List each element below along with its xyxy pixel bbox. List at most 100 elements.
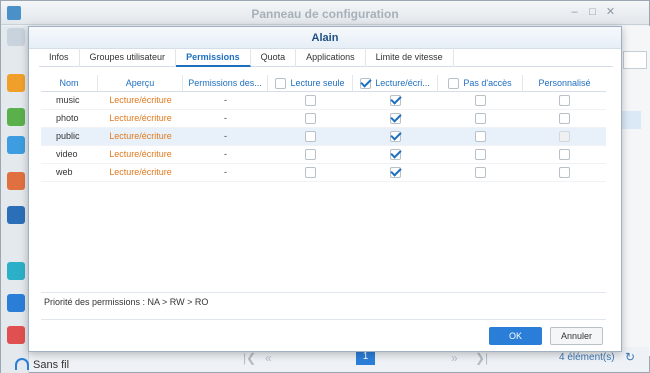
read-only-checkbox[interactable] xyxy=(305,167,316,178)
checkmark-icon xyxy=(390,93,402,105)
column-header-read-write[interactable]: Lecture/écri... xyxy=(353,75,438,91)
read-write-all-checkbox[interactable] xyxy=(360,76,372,89)
column-header-read-only[interactable]: Lecture seule xyxy=(268,75,353,91)
file-services-icon[interactable] xyxy=(7,108,25,126)
user-edit-dialog: Alain Infos Groupes utilisateur Permissi… xyxy=(28,26,622,352)
share-name: photo xyxy=(56,113,79,123)
preview-value: Lecture/écriture xyxy=(109,113,172,123)
share-name: public xyxy=(56,131,80,141)
table-row[interactable]: video Lecture/écriture - xyxy=(41,146,606,164)
table-row[interactable]: public Lecture/écriture - xyxy=(41,128,606,146)
tab-applications[interactable]: Applications xyxy=(296,47,366,67)
tab-quota[interactable]: Quota xyxy=(251,47,297,67)
background-search-input[interactable] xyxy=(623,51,647,69)
tab-speed-limit[interactable]: Limite de vitesse xyxy=(366,47,454,67)
checkmark-icon xyxy=(390,147,402,159)
preview-value: Lecture/écriture xyxy=(109,95,172,105)
preview-value: Lecture/écriture xyxy=(109,131,172,141)
custom-checkbox[interactable] xyxy=(559,95,570,106)
pager-last-icon[interactable]: ❯| xyxy=(475,351,488,365)
tab-permissions[interactable]: Permissions xyxy=(176,47,251,67)
read-only-checkbox[interactable] xyxy=(305,149,316,160)
read-write-checkbox-cell xyxy=(353,146,438,163)
dialog-title: Alain xyxy=(29,27,621,49)
column-header-name[interactable]: Nom xyxy=(41,75,98,91)
read-write-checkbox[interactable] xyxy=(390,165,402,178)
share-name: web xyxy=(56,167,73,177)
window-titlebar: Panneau de configuration – □ ✕ xyxy=(1,1,649,25)
read-only-all-checkbox[interactable] xyxy=(275,78,287,89)
wifi-icon xyxy=(15,358,29,370)
checkmark-icon xyxy=(390,165,402,177)
no-access-checkbox-cell xyxy=(438,92,523,109)
group-icon[interactable] xyxy=(7,172,25,190)
custom-checkbox[interactable] xyxy=(559,113,570,124)
no-access-checkbox[interactable] xyxy=(475,149,486,160)
ok-button[interactable]: OK xyxy=(489,327,542,345)
column-header-custom[interactable]: Personnalisé xyxy=(523,75,606,91)
security-icon[interactable] xyxy=(7,326,25,344)
pager-first-icon[interactable]: |❮ xyxy=(243,351,256,365)
share-name: video xyxy=(56,149,78,159)
custom-checkbox[interactable] xyxy=(559,131,570,142)
no-access-checkbox[interactable] xyxy=(475,95,486,106)
custom-checkbox[interactable] xyxy=(559,149,570,160)
no-access-checkbox-cell xyxy=(438,146,523,163)
dialog-tabs: Infos Groupes utilisateur Permissions Qu… xyxy=(39,47,613,67)
read-write-checkbox[interactable] xyxy=(390,111,402,124)
minimize-icon[interactable]: – xyxy=(569,7,580,18)
refresh-icon[interactable]: ↻ xyxy=(625,350,635,364)
read-write-checkbox[interactable] xyxy=(390,93,402,106)
read-only-checkbox[interactable] xyxy=(305,95,316,106)
no-access-checkbox[interactable] xyxy=(475,113,486,124)
permission-priority-note: Priorité des permissions : NA > RW > RO xyxy=(44,297,209,307)
read-only-checkbox-cell xyxy=(268,128,353,145)
table-row[interactable]: music Lecture/écriture - xyxy=(41,92,606,110)
divider xyxy=(41,292,606,293)
home-icon[interactable] xyxy=(7,28,25,46)
pager-next-icon[interactable]: » xyxy=(451,351,458,365)
no-access-all-checkbox[interactable] xyxy=(448,78,460,89)
no-access-label: Pas d'accès xyxy=(463,78,512,88)
column-header-preview[interactable]: Aperçu xyxy=(98,75,183,91)
read-write-checkbox[interactable] xyxy=(390,129,402,142)
permissions-table: Nom Aperçu Permissions des... Lecture se… xyxy=(41,75,606,182)
background-selected-row xyxy=(621,111,641,129)
column-header-permissions[interactable]: Permissions des... xyxy=(183,75,268,91)
background-content xyxy=(621,26,650,356)
custom-checkbox[interactable] xyxy=(559,167,570,178)
custom-checkbox-cell xyxy=(523,92,606,109)
tab-infos[interactable]: Infos xyxy=(39,47,80,67)
table-row[interactable]: photo Lecture/écriture - xyxy=(41,110,606,128)
read-only-checkbox-cell xyxy=(268,92,353,109)
maximize-icon[interactable]: □ xyxy=(587,7,598,18)
divider xyxy=(41,319,606,320)
table-row[interactable]: web Lecture/écriture - xyxy=(41,164,606,182)
no-access-checkbox-cell xyxy=(438,164,523,181)
quickconnect-icon[interactable] xyxy=(7,262,25,280)
no-access-checkbox-cell xyxy=(438,128,523,145)
no-access-checkbox[interactable] xyxy=(475,131,486,142)
permission-value: - xyxy=(224,131,227,141)
column-header-no-access[interactable]: Pas d'accès xyxy=(438,75,523,91)
no-access-checkbox[interactable] xyxy=(475,167,486,178)
sidebar xyxy=(1,26,29,373)
permission-value: - xyxy=(224,113,227,123)
shared-folder-icon[interactable] xyxy=(7,74,25,92)
sidebar-item-wireless[interactable]: Sans fil xyxy=(33,359,69,371)
pager-prev-icon[interactable]: « xyxy=(265,351,272,365)
read-only-checkbox[interactable] xyxy=(305,113,316,124)
user-icon[interactable] xyxy=(7,136,25,154)
permission-value: - xyxy=(224,95,227,105)
close-icon[interactable]: ✕ xyxy=(605,7,616,18)
read-write-checkbox[interactable] xyxy=(390,147,402,160)
read-only-checkbox-cell xyxy=(268,164,353,181)
read-write-checkbox-cell xyxy=(353,110,438,127)
network-icon[interactable] xyxy=(7,294,25,312)
domain-icon[interactable] xyxy=(7,206,25,224)
cancel-button[interactable]: Annuler xyxy=(550,327,603,345)
read-only-checkbox[interactable] xyxy=(305,131,316,142)
custom-checkbox-cell xyxy=(523,146,606,163)
tab-user-groups[interactable]: Groupes utilisateur xyxy=(80,47,177,67)
checkmark-icon xyxy=(390,111,402,123)
